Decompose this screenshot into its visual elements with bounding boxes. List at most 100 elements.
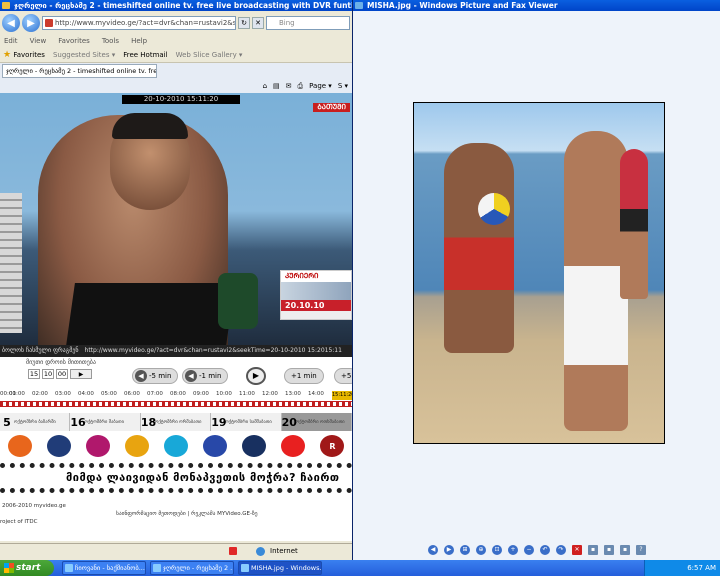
copyright: 2006-2010 myvideo.ge [2,503,66,509]
minus-5-min-button[interactable]: ◀ -5 min [132,368,179,384]
print-icon[interactable]: ⎙ [298,82,304,91]
menu-edit[interactable]: Edit [4,35,18,47]
channel-logo-icon[interactable] [281,435,306,457]
date-item[interactable]: 19 ოქტომბრი სამშაბათი [211,413,282,431]
stream-url: http://www.myvideo.ge/?act=dvr&chan=rust… [84,347,342,354]
date-item[interactable]: 18 ოქტომბრი ორშაბათი [140,413,212,431]
safety-menu[interactable]: S ▾ [338,82,348,90]
forward-button[interactable]: ▶ [22,14,40,32]
channel-logo-icon[interactable]: R [320,435,345,457]
viewer-title: MISHA.jpg - Windows Picture and Fax View… [367,1,558,10]
footer-links[interactable]: საინფორმაციო მეთოდები | რეკლამა MYVideo.… [116,511,258,517]
fav-link-suggested[interactable]: Suggested Sites ▾ [53,51,115,59]
video-scenery [0,193,22,333]
go-button[interactable]: ▶ [70,369,92,379]
ie-icon [2,2,10,9]
back-button[interactable]: ◀ [2,14,20,32]
taskbar-item[interactable]: ჩიოვანი - საქმიანობ... [62,561,146,575]
next-image-icon[interactable]: ▶ [444,545,454,555]
window-icon [241,564,249,572]
tab-row: ჯღრელი - რეცხამე 2 - timeshifted online … [0,63,352,79]
stop-icon[interactable]: ✕ [252,17,264,29]
taskbar-item-active[interactable]: MISHA.jpg - Windows... [238,561,322,575]
picture-viewer-window: MISHA.jpg - Windows Picture and Fax View… [352,0,720,560]
taskbar-item[interactable]: ჯღრელი - რეცხამე 2 ... [150,561,234,575]
url-input[interactable]: http://www.myvideo.ge/?act=dvr&chan=rust… [42,16,236,30]
timeline-labels: 00:00 01:00 02:00 03:00 04:00 05:00 06:0… [0,391,324,397]
last-fragment-label: ბოლოს ჩასმული ფრაგმენ [2,347,79,354]
channel-logo: ᲙᲣᲠᲘᲔᲠᲘ 20.10.10 [280,270,352,320]
video-player[interactable]: 20-10-2010 15:11:20 ᲑᲐᲗᲣᲛᲘ ᲙᲣᲠᲘᲔᲠᲘ 20.10… [0,93,352,355]
time-label: მიუთი დროის მითითება [26,359,96,366]
channel-logos: R [0,433,352,459]
timeline-bar[interactable] [0,401,352,407]
fav-link-webslice[interactable]: Web Slice Gallery ▾ [176,51,243,59]
clock[interactable]: 6:57 AM [687,564,716,572]
home-icon[interactable]: ⌂ [263,82,267,90]
window-icon [65,564,73,572]
viewer-icon [355,2,363,9]
channel-logo-icon[interactable] [7,435,32,457]
previous-image-icon[interactable]: ◀ [428,545,438,555]
second-field[interactable]: 00 [56,369,68,379]
feeds-icon[interactable]: ▤ [273,82,280,90]
fav-link-hotmail[interactable]: Free Hotmail [123,51,167,59]
channel-badge: ᲑᲐᲗᲣᲛᲘ [313,103,350,112]
menu-help[interactable]: Help [131,35,147,47]
tab-active[interactable]: ჯღრელი - რეცხამე 2 - timeshifted online … [2,64,157,78]
page-content: 20-10-2010 15:11:20 ᲑᲐᲗᲣᲛᲘ ᲙᲣᲠᲘᲔᲠᲘ 20.10… [0,93,352,541]
photo [413,102,665,444]
actual-size-icon[interactable]: ⊕ [476,545,486,555]
mail-icon[interactable]: ✉ [286,82,292,90]
minute-field[interactable]: 10 [42,369,54,379]
plus-1-min-button[interactable]: +1 min [284,368,324,384]
channel-logo-icon[interactable] [85,435,110,457]
menu-favorites[interactable]: Favorites [58,35,90,47]
date-item[interactable]: 5 ოქტომბრი ბაზარში [0,413,71,431]
player-control-bar: ბოლოს ჩასმული ფრაგმენ http://www.myvideo… [0,345,352,357]
time-controls: მიუთი დროის მითითება 15 10 00 ▶ ◀ -5 min … [0,358,352,386]
channel-logo-icon[interactable] [203,435,228,457]
video-person-hair [112,113,188,139]
timeline[interactable]: 00:00 01:00 02:00 03:00 04:00 05:00 06:0… [0,391,352,411]
edit-icon[interactable]: ▪ [620,545,630,555]
delete-icon[interactable]: ✕ [572,545,582,555]
search-input[interactable]: Bing [266,16,350,30]
print-icon[interactable]: ▪ [588,545,598,555]
slideshow-icon[interactable]: ⊡ [492,545,502,555]
date-item-selected[interactable]: 20 ოქტომბრი ოთხშაბათი [281,413,352,431]
page-menu[interactable]: Page ▾ [309,82,332,90]
security-zone[interactable]: Internet [256,544,298,558]
copy-to-icon[interactable]: ▪ [604,545,614,555]
viewer-toolbar: ◀ ▶ ⊞ ⊕ ⊡ + − ↶ ↷ ✕ ▪ ▪ ▪? [353,540,720,560]
menu-tools[interactable]: Tools [102,35,119,47]
start-button[interactable]: start [0,560,54,576]
photo-ball [478,193,510,225]
channel-logo-icon[interactable] [242,435,267,457]
address-bar: ◀ ▶ http://www.myvideo.ge/?act=dvr&chan=… [0,11,352,35]
project-credit: roject of ITDC [0,519,38,525]
minus-1-min-button[interactable]: ◀ -1 min [182,368,229,384]
zoom-in-icon[interactable]: + [508,545,518,555]
rotate-right-icon[interactable]: ↷ [556,545,566,555]
play-button[interactable]: ▶ [246,367,266,385]
channel-logo-icon[interactable] [46,435,71,457]
favorites-button[interactable]: ★ Favorites [3,50,45,60]
channel-logo-icon[interactable] [163,435,188,457]
windows-logo-icon [4,563,14,573]
plus-5-min-button[interactable]: +5 [334,368,352,384]
channel-logo-icon[interactable] [124,435,149,457]
warning-icon [229,547,237,555]
best-fit-icon[interactable]: ⊞ [460,545,470,555]
date-item[interactable]: 16 ოქტომბრი შაბათი [70,413,141,431]
rotate-left-icon[interactable]: ↶ [540,545,550,555]
menu-view[interactable]: View [30,35,47,47]
refresh-icon[interactable]: ↻ [238,17,250,29]
site-favicon-icon [45,19,53,27]
favorites-bar: ★ Favorites Suggested Sites ▾ Free Hotma… [0,47,352,63]
hour-field[interactable]: 15 [28,369,40,379]
zoom-out-icon[interactable]: − [524,545,534,555]
ie-title-bar[interactable]: ჯღრელი - რეცხამე 2 - timeshifted online … [0,0,352,11]
viewer-title-bar[interactable]: MISHA.jpg - Windows Picture and Fax View… [353,0,720,11]
help-icon[interactable]: ? [636,545,646,555]
